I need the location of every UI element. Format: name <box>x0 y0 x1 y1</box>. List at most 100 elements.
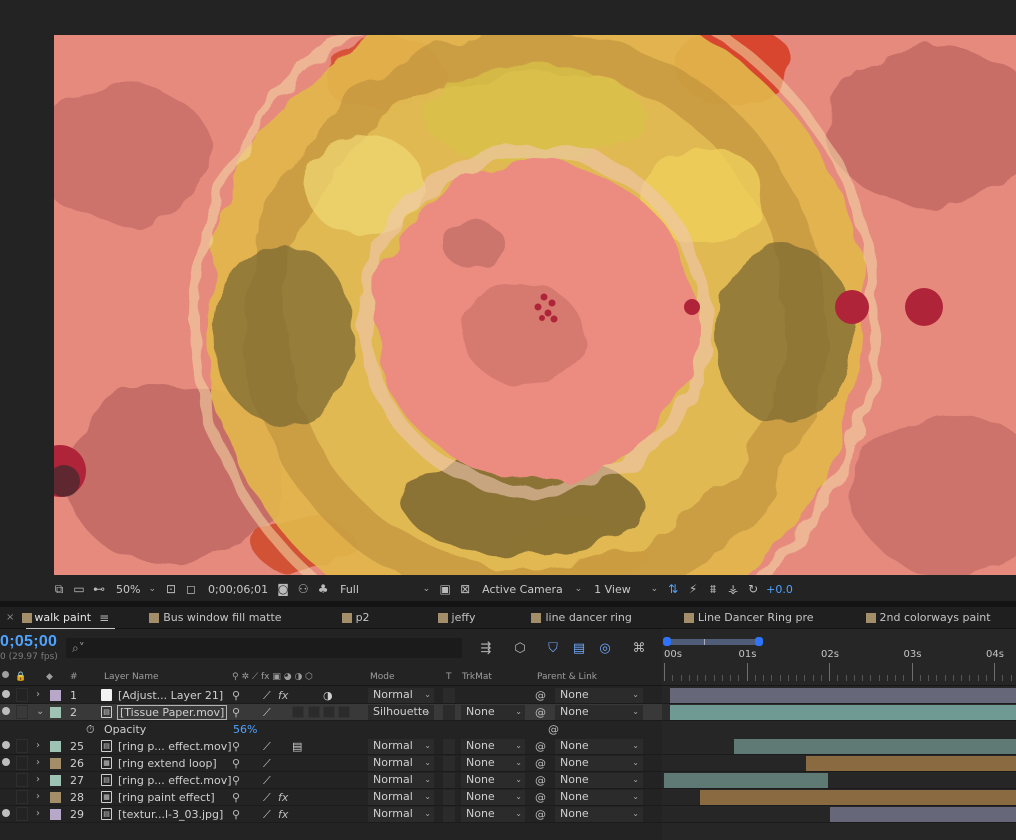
timeline-icon[interactable]: ⩩ <box>704 580 722 598</box>
blend-mode-dropdown[interactable]: Silhouette ⌄ <box>368 705 434 720</box>
layer-duration-bar[interactable] <box>670 705 1016 720</box>
tab-2nd-colorways-paint[interactable]: 2nd colorways paint <box>858 607 1001 629</box>
number-header[interactable]: # <box>70 672 78 682</box>
track-matte-dropdown[interactable]: None ⌄ <box>461 756 525 771</box>
layer-row[interactable]: ⌄ 2 ▤ [Tissue Paper.mov] ⚲ ⟋ Silhouette ⌄ None ⌄ @… <box>0 704 662 721</box>
pick-whip-icon[interactable]: @ <box>535 706 546 719</box>
preserve-transparency-toggle[interactable] <box>443 688 455 703</box>
layer-row[interactable]: › 1 [Adjust... Layer 21] ⚲ ⟋ fx ◑ Normal ⌄ @ None ⌄ <box>0 687 662 704</box>
motion-blur-icon[interactable]: ◎ <box>596 639 614 657</box>
preserve-transparency-toggle[interactable] <box>443 807 455 822</box>
switch-box[interactable] <box>308 706 320 718</box>
trkmat-header[interactable]: TrkMat <box>462 672 492 682</box>
parent-dropdown[interactable]: None ⌄ <box>555 688 643 703</box>
magnification-dropdown[interactable]: 50% ⌄ <box>116 583 156 596</box>
graph-editor-icon[interactable]: ⌘ <box>630 639 648 657</box>
flowchart-icon[interactable]: ⚶ <box>724 580 742 598</box>
lock-toggle[interactable] <box>16 807 28 821</box>
chevron-right-icon[interactable]: › <box>36 740 40 751</box>
adjustment-layer-icon[interactable]: ◑ <box>323 689 333 702</box>
label-color-swatch[interactable] <box>50 758 61 769</box>
safe-margins-icon[interactable]: ⊡ <box>162 580 180 598</box>
pick-whip-icon[interactable]: @ <box>535 757 546 770</box>
layer-name[interactable]: [Adjust... Layer 21] <box>118 689 223 702</box>
parent-dropdown[interactable]: None ⌄ <box>555 773 643 788</box>
lock-toggle[interactable] <box>16 790 28 804</box>
label-color-swatch[interactable] <box>50 809 61 820</box>
frame-blending-icon[interactable]: ▤ <box>570 639 588 657</box>
always-preview-icon[interactable]: ⧉ <box>50 580 68 598</box>
camera-dropdown[interactable]: Active Camera ⌄ <box>482 583 582 596</box>
blend-mode-dropdown[interactable]: Normal ⌄ <box>368 773 434 788</box>
pick-whip-icon[interactable]: @ <box>535 740 546 753</box>
video-toggle-eye-icon[interactable] <box>2 809 10 817</box>
layer-name[interactable]: [ring p... effect.mov] <box>118 774 232 787</box>
fast-previews-icon[interactable]: ⚡ <box>684 580 702 598</box>
current-time-indicator[interactable]: 0;05;00 <box>0 633 57 651</box>
blend-mode-dropdown[interactable]: Normal ⌄ <box>368 739 434 754</box>
video-toggle-eye-icon[interactable] <box>2 775 10 783</box>
snapshot-camera-icon[interactable]: ◙ <box>274 580 292 598</box>
composition-canvas[interactable] <box>54 35 1016 575</box>
mode-header[interactable]: Mode <box>370 672 395 682</box>
shy-switch-icon[interactable]: ⚲ <box>232 808 240 821</box>
tab-line-dancer-ring[interactable]: line dancer ring <box>523 607 641 629</box>
lock-toggle[interactable] <box>16 756 28 770</box>
shy-layers-icon[interactable]: ⛉ <box>544 639 562 657</box>
layer-row[interactable]: › 26 ▦ [ring extend loop] ⚲ ⟋ Normal ⌄ None ⌄ @ Non… <box>0 755 662 772</box>
layer-row[interactable]: › 29 ▤ [textur...l-3_03.jpg] ⚲ ⟋ fx Normal ⌄ None… <box>0 806 662 823</box>
video-toggle-eye-icon[interactable] <box>2 690 10 698</box>
tab-jeffy[interactable]: jeffy <box>430 607 486 629</box>
transparency-grid-icon[interactable]: ⊠ <box>456 580 474 598</box>
shy-switch-icon[interactable]: ⚲ <box>232 757 240 770</box>
video-toggle-eye-icon[interactable] <box>2 792 10 800</box>
lock-toggle[interactable] <box>16 739 28 753</box>
video-toggle-eye-icon[interactable] <box>2 741 10 749</box>
quality-switch-icon[interactable]: ⟋ <box>263 774 271 788</box>
lock-toggle[interactable] <box>16 688 28 702</box>
work-area-bar[interactable] <box>666 639 762 645</box>
track-matte-dropdown[interactable]: None ⌄ <box>461 773 525 788</box>
parent-dropdown[interactable]: None ⌄ <box>555 790 643 805</box>
blend-mode-dropdown[interactable]: Normal ⌄ <box>368 688 434 703</box>
video-switch-header-icon[interactable] <box>2 671 9 678</box>
shy-switch-icon[interactable]: ⚲ <box>232 740 240 753</box>
layer-name-header[interactable]: Layer Name <box>104 672 159 682</box>
effects-switch-icon[interactable]: fx <box>278 808 288 821</box>
track-matte-dropdown[interactable]: None ⌄ <box>461 807 525 822</box>
close-tab-icon[interactable]: × <box>0 612 14 623</box>
quality-switch-icon[interactable]: ⟋ <box>263 706 271 720</box>
layer-duration-bar[interactable] <box>830 807 1016 822</box>
quality-switch-icon[interactable]: ⟋ <box>263 740 271 754</box>
pick-whip-icon[interactable]: @ <box>535 774 546 787</box>
reset-exposure-icon[interactable]: ↻ <box>744 580 762 598</box>
label-color-swatch[interactable] <box>50 741 61 752</box>
track-matte-dropdown[interactable]: None ⌄ <box>461 705 525 720</box>
opacity-value[interactable]: 56% <box>233 723 257 736</box>
mask-visibility-icon[interactable]: ◻ <box>182 580 200 598</box>
label-color-swatch[interactable] <box>50 690 61 701</box>
layer-duration-bar[interactable] <box>806 756 1016 771</box>
quality-switch-icon[interactable]: ⟋ <box>263 757 271 771</box>
quality-switch-icon[interactable]: ⟋ <box>263 808 271 822</box>
parent-dropdown[interactable]: None ⌄ <box>555 756 643 771</box>
blend-mode-dropdown[interactable]: Normal ⌄ <box>368 756 434 771</box>
layer-row[interactable]: › 27 ▤ [ring p... effect.mov] ⚲ ⟋ Normal ⌄ None ⌄… <box>0 772 662 789</box>
layer-name[interactable]: [Tissue Paper.mov] <box>116 705 228 720</box>
track-matte-dropdown[interactable]: None ⌄ <box>461 790 525 805</box>
effects-switch-icon[interactable]: fx <box>278 689 288 702</box>
video-toggle-eye-icon[interactable] <box>2 758 10 766</box>
layer-name[interactable]: [ring p... effect.mov] <box>118 740 232 753</box>
label-header-icon[interactable]: ◆ <box>46 672 53 682</box>
region-of-interest-icon[interactable]: ▣ <box>436 580 454 598</box>
lock-toggle[interactable] <box>16 705 28 719</box>
tab-line-dancer-ring-pre[interactable]: Line Dancer Ring pre <box>676 607 824 629</box>
effects-switch-icon[interactable]: fx <box>278 791 288 804</box>
lock-toggle[interactable] <box>16 773 28 787</box>
resolution-dropdown[interactable]: Full ⌄ <box>340 583 430 596</box>
preserve-transparency-toggle[interactable] <box>443 790 455 805</box>
shy-switch-icon[interactable]: ⚲ <box>232 706 240 719</box>
lock-header-icon[interactable]: 🔒 <box>15 672 26 682</box>
pick-whip-icon[interactable]: @ <box>535 808 546 821</box>
chevron-right-icon[interactable]: › <box>36 808 40 819</box>
